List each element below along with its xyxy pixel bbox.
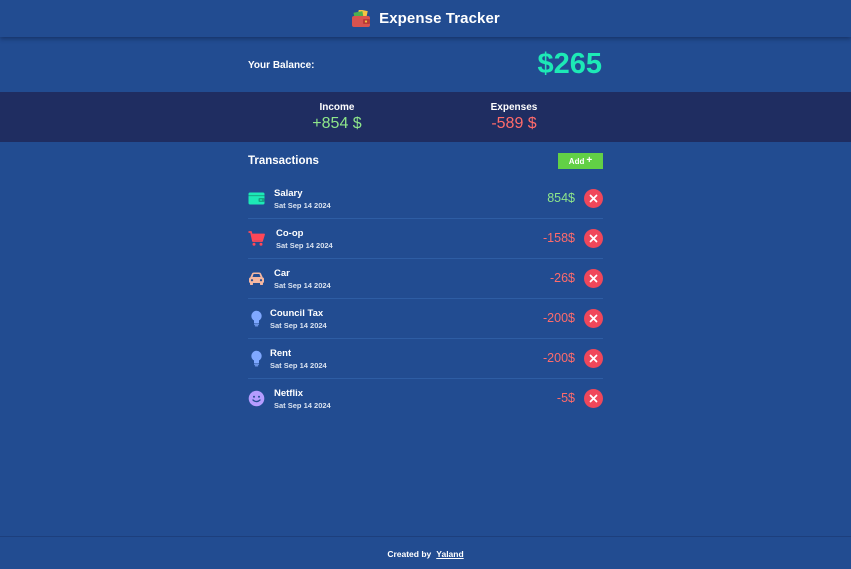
lightbulb-icon xyxy=(251,350,262,367)
delete-transaction-button[interactable] xyxy=(584,229,603,248)
page-title: Expense Tracker xyxy=(379,10,500,27)
footer-credit-label: Created by xyxy=(387,548,432,559)
balance-section: Your Balance: $265 xyxy=(0,40,851,92)
income-summary: Income +854 $ xyxy=(277,102,397,133)
app-root: Expense Tracker Your Balance: $265 Incom… xyxy=(0,0,851,569)
close-icon xyxy=(589,394,598,403)
income-expense-summary: Income +854 $ Expenses -589 $ xyxy=(0,92,851,142)
transaction-name: Rent xyxy=(270,348,292,359)
income-value: +854 $ xyxy=(312,115,362,132)
transaction-amount: -200$ xyxy=(543,351,575,365)
wallet-icon xyxy=(352,9,371,27)
page-footer: Created by Yaland xyxy=(0,536,851,569)
car-icon xyxy=(249,272,264,285)
transaction-amount: -5$ xyxy=(556,391,575,405)
transaction-date: Sat Sep 14 2024 xyxy=(276,241,333,250)
transaction-date: Sat Sep 14 2024 xyxy=(270,361,327,370)
author-link[interactable]: Yaland xyxy=(436,549,463,559)
expenses-label: Expenses xyxy=(490,102,538,113)
transaction-name: Car xyxy=(274,268,290,279)
transaction-name: Salary xyxy=(274,188,303,199)
income-label: Income xyxy=(319,102,355,113)
expenses-value: -589 $ xyxy=(491,115,537,132)
delete-transaction-button[interactable] xyxy=(584,389,603,408)
transaction-row-car: Car Sat Sep 14 2024 -26$ xyxy=(248,259,603,299)
shopping-cart-icon xyxy=(248,231,265,246)
add-button-label: Add xyxy=(568,156,585,166)
transaction-amount: -158$ xyxy=(543,231,575,245)
transaction-row-co-op: Co-op Sat Sep 14 2024 -158$ xyxy=(248,219,603,259)
transaction-row-council-tax: Council Tax Sat Sep 14 2024 -200$ xyxy=(248,299,603,339)
transaction-row-salary: Salary Sat Sep 14 2024 854$ xyxy=(248,179,603,219)
close-icon xyxy=(589,314,598,323)
transaction-date: Sat Sep 14 2024 xyxy=(274,401,331,410)
transaction-row-netflix: Netflix Sat Sep 14 2024 -5$ xyxy=(248,379,603,418)
add-transaction-button[interactable]: Add + xyxy=(558,153,603,169)
balance-value: $265 xyxy=(537,48,602,80)
delete-transaction-button[interactable] xyxy=(584,269,603,288)
lightbulb-icon xyxy=(251,310,262,327)
delete-transaction-button[interactable] xyxy=(584,349,603,368)
transaction-amount: -26$ xyxy=(549,271,575,285)
transaction-amount: 854$ xyxy=(547,191,575,205)
transactions-heading: Transactions xyxy=(248,155,319,167)
transaction-row-rent: Rent Sat Sep 14 2024 -200$ xyxy=(248,339,603,379)
app-header: Expense Tracker xyxy=(0,0,851,37)
transaction-list: Salary Sat Sep 14 2024 854$ Co-op Sat Se… xyxy=(248,179,603,418)
close-icon xyxy=(589,354,598,363)
delete-transaction-button[interactable] xyxy=(584,189,603,208)
transaction-date: Sat Sep 14 2024 xyxy=(274,201,331,210)
close-icon xyxy=(589,234,598,243)
close-icon xyxy=(589,274,598,283)
transaction-name: Netflix xyxy=(274,388,304,399)
transaction-name: Council Tax xyxy=(270,308,324,319)
plus-icon: + xyxy=(586,155,593,166)
transaction-name: Co-op xyxy=(276,228,304,239)
close-icon xyxy=(589,194,598,203)
expenses-summary: Expenses -589 $ xyxy=(454,102,574,133)
smiley-icon xyxy=(248,390,265,407)
wallet-icon xyxy=(248,192,265,205)
transaction-date: Sat Sep 14 2024 xyxy=(274,281,331,290)
transaction-date: Sat Sep 14 2024 xyxy=(270,321,327,330)
balance-label: Your Balance: xyxy=(248,60,315,71)
delete-transaction-button[interactable] xyxy=(584,309,603,328)
transaction-amount: -200$ xyxy=(543,311,575,325)
